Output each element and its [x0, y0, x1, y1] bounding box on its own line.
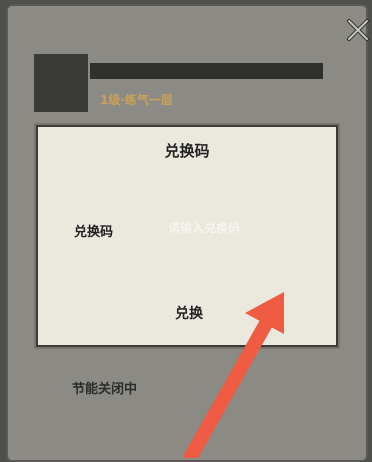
- player-name-redacted: [90, 63, 323, 79]
- redeem-code-input[interactable]: [166, 213, 320, 243]
- avatar: [34, 54, 88, 112]
- redeem-code-dialog: 兑换码 兑换码 兑换: [36, 125, 338, 347]
- dialog-title: 兑换码: [164, 142, 210, 160]
- power-saving-status: 节能关闭中: [72, 382, 138, 397]
- close-icon[interactable]: [346, 18, 370, 42]
- redeem-button[interactable]: 兑换: [148, 299, 230, 327]
- code-field-label: 兑换码: [74, 225, 114, 240]
- player-level: 1级·练气一层: [100, 93, 173, 107]
